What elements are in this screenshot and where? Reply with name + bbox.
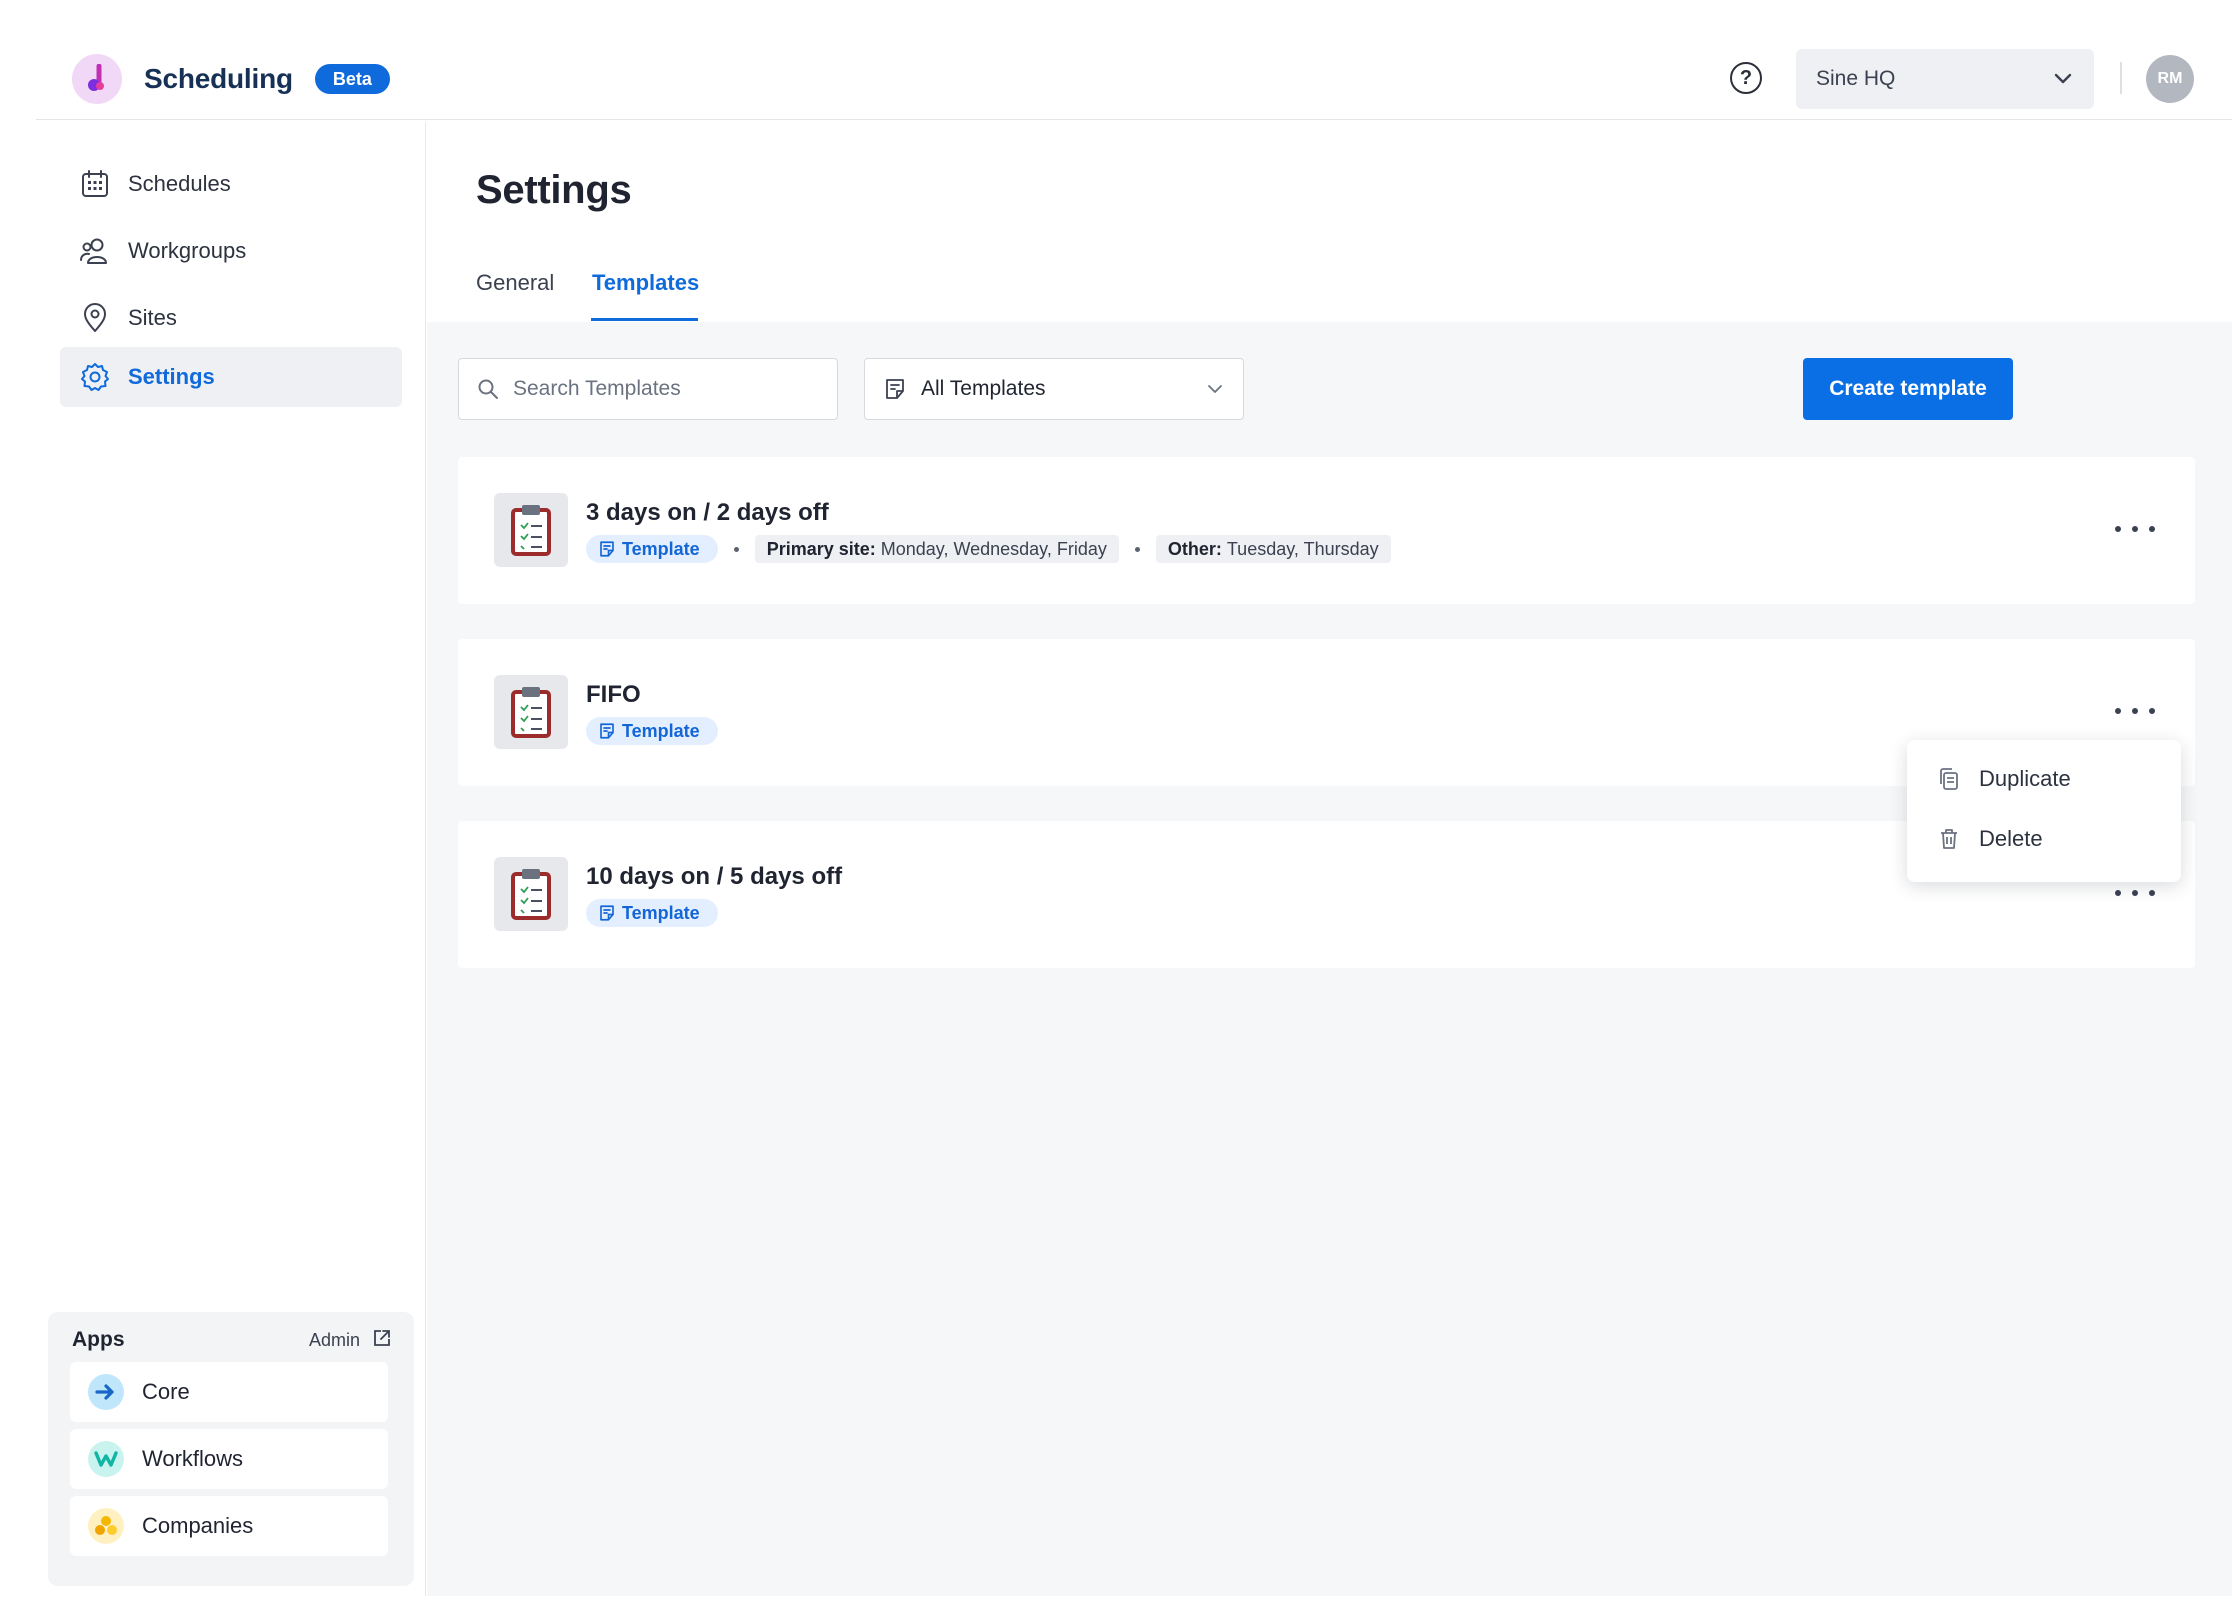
scheduling-logo-icon	[72, 54, 122, 104]
app-item-label: Companies	[142, 1513, 254, 1538]
template-meta: Template	[586, 717, 718, 745]
page-title: Settings	[476, 168, 632, 212]
template-tag-label: Template	[622, 902, 700, 923]
more-options-icon[interactable]	[2115, 883, 2155, 903]
search-icon	[477, 378, 499, 400]
duplicate-menu-item[interactable]: Duplicate	[1937, 766, 2071, 792]
trash-icon	[1937, 827, 1961, 851]
chevron-down-icon	[2052, 67, 2074, 95]
other-site-days: Tuesday, Thursday	[1226, 538, 1379, 559]
template-tag-label: Template	[622, 720, 700, 741]
main-area: Settings General Templates Search Templa…	[427, 122, 2232, 1596]
separator-dot	[1134, 546, 1140, 552]
top-header: Scheduling Beta ? Sine HQ RM	[36, 0, 2232, 120]
primary-site-label: Primary site:	[766, 538, 876, 559]
clipboard-icon	[494, 857, 568, 931]
core-arrow-icon	[88, 1374, 124, 1410]
sidebar-item-settings[interactable]: Settings	[60, 347, 402, 407]
beta-badge: Beta	[314, 64, 390, 94]
apps-title: Apps	[72, 1328, 125, 1351]
templates-panel: Search Templates All Templates Create te…	[427, 322, 2232, 1596]
more-options-icon[interactable]	[2115, 519, 2155, 539]
header-divider	[2120, 62, 2122, 94]
people-icon	[78, 234, 112, 268]
admin-link[interactable]: Admin	[309, 1328, 392, 1353]
sidebar-item-label: Workgroups	[128, 238, 247, 263]
sidebar: Schedules Workgroups Sites Settings Apps…	[36, 122, 426, 1596]
template-title: 3 days on / 2 days off	[586, 499, 829, 526]
delete-menu-item[interactable]: Delete	[1937, 826, 2043, 852]
template-title: 10 days on / 5 days off	[586, 863, 843, 890]
other-site-label: Other:	[1167, 538, 1222, 559]
template-icon	[883, 377, 907, 401]
app-item-companies[interactable]: Companies	[70, 1496, 388, 1556]
app-item-label: Workflows	[142, 1446, 244, 1471]
clipboard-icon	[494, 675, 568, 749]
chevron-down-icon	[1205, 379, 1225, 405]
create-template-button[interactable]: Create template	[1803, 358, 2013, 420]
template-context-menu: Duplicate Delete	[1907, 740, 2181, 882]
avatar[interactable]: RM	[2146, 55, 2194, 103]
tab-templates[interactable]: Templates	[592, 270, 699, 296]
sidebar-item-label: Settings	[128, 364, 215, 389]
org-selector-value: Sine HQ	[1816, 67, 1896, 90]
primary-site-chip: Primary site: Monday, Wednesday, Friday	[754, 535, 1119, 563]
help-icon[interactable]: ?	[1730, 62, 1762, 94]
search-placeholder: Search Templates	[513, 377, 681, 400]
sidebar-item-schedules[interactable]: Schedules	[60, 154, 402, 214]
template-icon	[598, 540, 616, 558]
template-card[interactable]: 3 days on / 2 days off Template Primary …	[458, 457, 2195, 604]
brand[interactable]: Scheduling Beta	[72, 54, 390, 104]
template-filter-select[interactable]: All Templates	[864, 358, 1244, 420]
external-link-icon	[372, 1328, 392, 1353]
apps-panel: Apps Admin Core Workflows Companies	[48, 1312, 414, 1586]
template-icon	[598, 904, 616, 922]
admin-label: Admin	[308, 1330, 360, 1350]
more-options-icon[interactable]	[2115, 701, 2155, 721]
app-name: Scheduling	[144, 63, 293, 94]
filter-value: All Templates	[921, 377, 1046, 400]
copy-icon	[1937, 767, 1961, 791]
location-pin-icon	[78, 301, 112, 335]
clipboard-icon	[494, 493, 568, 567]
app-item-label: Core	[142, 1379, 190, 1404]
calendar-icon	[78, 167, 112, 201]
sidebar-item-sites[interactable]: Sites	[60, 288, 402, 348]
delete-label: Delete	[1979, 826, 2043, 851]
template-title: FIFO	[586, 681, 641, 708]
separator-dot	[733, 546, 739, 552]
template-icon	[598, 722, 616, 740]
other-site-chip: Other: Tuesday, Thursday	[1155, 535, 1391, 563]
app-item-workflows[interactable]: Workflows	[70, 1429, 388, 1489]
sidebar-item-workgroups[interactable]: Workgroups	[60, 221, 402, 281]
sidebar-item-label: Schedules	[128, 171, 231, 196]
gear-icon	[78, 360, 112, 394]
duplicate-label: Duplicate	[1979, 766, 2071, 791]
app-item-core[interactable]: Core	[70, 1362, 388, 1422]
sidebar-item-label: Sites	[128, 305, 177, 330]
search-input[interactable]: Search Templates	[458, 358, 838, 420]
template-tag: Template	[586, 535, 718, 563]
help-symbol: ?	[1739, 66, 1753, 89]
template-tag: Template	[586, 717, 718, 745]
template-tag-label: Template	[622, 538, 700, 559]
companies-icon	[88, 1508, 124, 1544]
primary-site-days: Monday, Wednesday, Friday	[880, 538, 1107, 559]
template-tag: Template	[586, 899, 718, 927]
workflows-w-icon	[88, 1441, 124, 1477]
app-root: Scheduling Beta ? Sine HQ RM Schedules W…	[36, 0, 2232, 1609]
tab-general[interactable]: General	[476, 270, 554, 296]
active-tab-underline	[591, 318, 698, 321]
template-meta: Template Primary site: Monday, Wednesday…	[586, 535, 1391, 563]
template-meta: Template	[586, 899, 718, 927]
org-selector[interactable]: Sine HQ	[1796, 49, 2094, 109]
